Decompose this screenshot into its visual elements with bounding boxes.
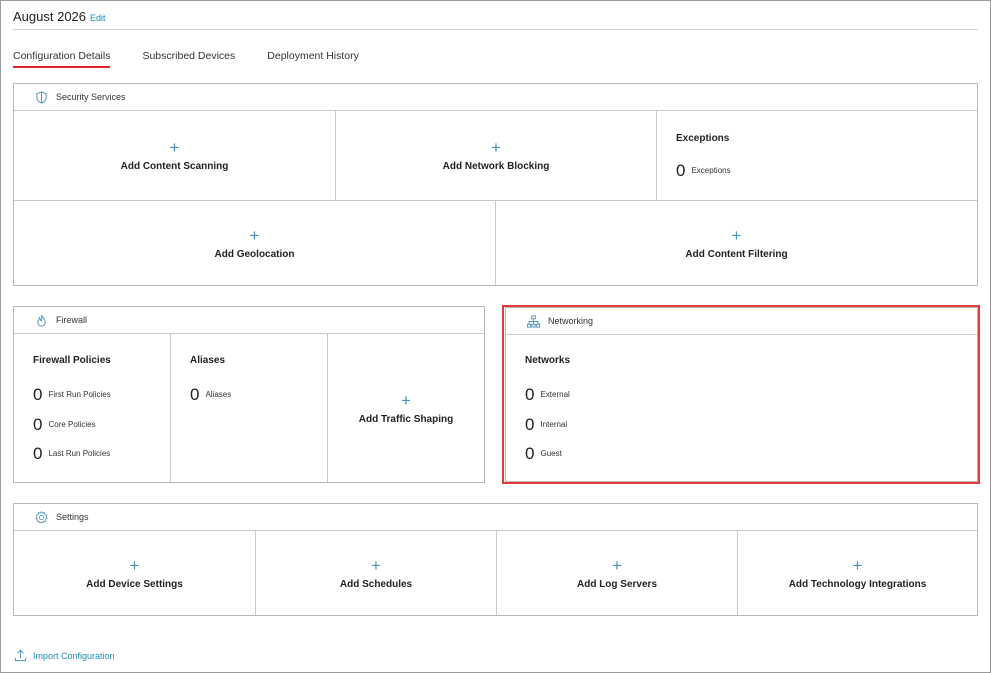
add-device-settings-label: Add Device Settings: [86, 578, 183, 590]
add-device-settings-button[interactable]: + Add Device Settings: [14, 531, 255, 615]
add-network-blocking-button[interactable]: + Add Network Blocking: [336, 111, 656, 200]
add-content-scanning-button[interactable]: + Add Content Scanning: [14, 111, 335, 200]
add-technology-integrations-button[interactable]: + Add Technology Integrations: [738, 531, 977, 615]
core-policies-count: 0: [33, 415, 43, 434]
add-schedules-button[interactable]: + Add Schedules: [256, 531, 496, 615]
add-traffic-shaping-label: Add Traffic Shaping: [358, 413, 454, 425]
upload-icon: [14, 649, 27, 662]
flame-icon: [35, 314, 48, 327]
add-network-blocking-label: Add Network Blocking: [442, 161, 550, 172]
add-geolocation-label: Add Geolocation: [214, 248, 295, 260]
plus-icon: +: [371, 555, 381, 575]
last-run-policies-count: 0: [33, 444, 43, 463]
aliases-count-label: Aliases: [205, 390, 232, 399]
import-configuration-label: Import Configuration: [33, 650, 115, 661]
shield-icon: [35, 90, 48, 104]
plus-icon: +: [169, 138, 180, 157]
exceptions-title: Exceptions: [676, 133, 730, 144]
import-configuration-link[interactable]: Import Configuration: [14, 649, 115, 662]
plus-icon: +: [249, 225, 260, 245]
firewall-panel: Firewall Firewall Policies 0 First Run P…: [13, 306, 485, 483]
edit-link[interactable]: Edit: [90, 13, 106, 23]
firewall-title: Firewall: [56, 315, 88, 325]
tab-subscribed-devices[interactable]: Subscribed Devices: [142, 50, 235, 68]
last-run-policies-label: Last Run Policies: [48, 449, 111, 458]
plus-icon: +: [401, 390, 411, 410]
aliases-count: 0: [190, 385, 200, 404]
settings-title: Settings: [56, 512, 89, 522]
tab-deployment-history[interactable]: Deployment History: [267, 50, 359, 68]
add-content-scanning-label: Add Content Scanning: [120, 161, 229, 172]
page-header: August 2026 Edit: [13, 9, 106, 24]
security-services-header: Security Services: [14, 84, 977, 111]
policy-row-core: 0 Core Policies: [33, 416, 96, 433]
security-services-panel: Security Services + Add Content Scanning…: [13, 83, 978, 286]
policy-row-last-run: 0 Last Run Policies: [33, 445, 110, 462]
tab-configuration-details[interactable]: Configuration Details: [13, 50, 111, 68]
add-technology-integrations-label: Add Technology Integrations: [788, 578, 927, 590]
plus-icon: +: [852, 555, 863, 575]
aliases-title: Aliases: [190, 355, 226, 366]
add-log-servers-label: Add Log Servers: [576, 578, 658, 590]
firewall-policies-cell[interactable]: Firewall Policies 0 First Run Policies 0…: [14, 334, 170, 482]
exceptions-count: 0: [676, 161, 686, 180]
exceptions-cell[interactable]: Exceptions 0 Exceptions: [657, 111, 977, 200]
page-title: August 2026: [13, 9, 87, 24]
exceptions-count-row: 0 Exceptions: [676, 162, 731, 179]
add-geolocation-button[interactable]: + Add Geolocation: [14, 201, 495, 285]
plus-icon: +: [491, 138, 501, 157]
settings-header: Settings: [14, 504, 977, 531]
aliases-count-row: 0 Aliases: [190, 386, 231, 403]
plus-icon: +: [731, 225, 742, 245]
add-schedules-label: Add Schedules: [339, 578, 413, 590]
first-run-policies-count: 0: [33, 385, 43, 404]
exceptions-count-label: Exceptions: [691, 166, 731, 175]
security-services-title: Security Services: [56, 92, 126, 102]
highlight-box: [502, 305, 980, 484]
policy-row-first-run: 0 First Run Policies: [33, 386, 111, 403]
add-traffic-shaping-button[interactable]: + Add Traffic Shaping: [328, 334, 484, 482]
add-content-filtering-button[interactable]: + Add Content Filtering: [496, 201, 977, 285]
plus-icon: +: [129, 555, 140, 575]
add-log-servers-button[interactable]: + Add Log Servers: [497, 531, 737, 615]
first-run-policies-label: First Run Policies: [48, 390, 111, 399]
settings-panel: Settings + Add Device Settings + Add Sch…: [13, 503, 978, 616]
firewall-header: Firewall: [14, 307, 484, 334]
gear-icon: [35, 510, 48, 524]
aliases-cell[interactable]: Aliases 0 Aliases: [171, 334, 327, 482]
core-policies-label: Core Policies: [48, 420, 96, 429]
tab-bar: Configuration Details Subscribed Devices…: [13, 50, 359, 68]
firewall-policies-title: Firewall Policies: [33, 355, 111, 366]
plus-icon: +: [612, 555, 622, 575]
add-content-filtering-label: Add Content Filtering: [685, 248, 788, 260]
header-divider: [13, 29, 978, 30]
